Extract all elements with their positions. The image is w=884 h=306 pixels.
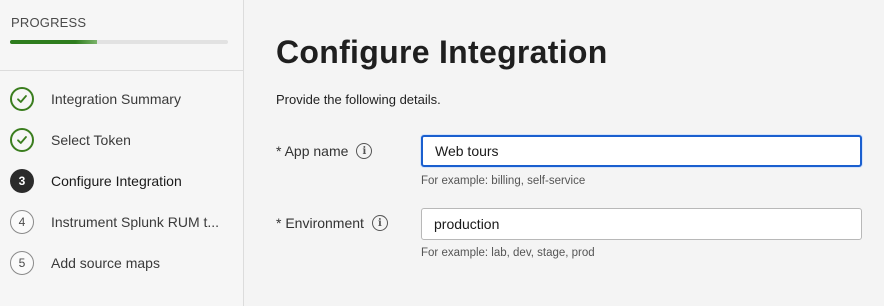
app-name-label: * App name i (276, 143, 373, 159)
step-number-badge: 3 (10, 169, 34, 193)
step-label: Configure Integration (51, 173, 182, 189)
environment-help: For example: lab, dev, stage, prod (421, 247, 595, 259)
environment-label: * Environment i (276, 215, 388, 231)
step-select-token[interactable]: Select Token (10, 126, 240, 154)
step-number-badge: 5 (10, 251, 34, 275)
check-circle-icon (10, 128, 34, 152)
main-content: Configure Integration Provide the follow… (245, 0, 884, 306)
environment-input[interactable] (421, 208, 862, 240)
app-name-help: For example: billing, self-service (421, 175, 586, 187)
sidebar-divider (0, 70, 244, 71)
app-name-input[interactable] (421, 135, 862, 167)
step-integration-summary[interactable]: Integration Summary (10, 85, 240, 113)
info-icon[interactable]: i (356, 143, 373, 159)
step-label: Select Token (51, 132, 131, 148)
environment-label-text: * Environment (276, 215, 364, 231)
step-label: Instrument Splunk RUM t... (51, 214, 220, 230)
info-icon[interactable]: i (371, 215, 388, 231)
progress-bar (10, 40, 228, 44)
step-number-badge: 4 (10, 210, 34, 234)
step-configure-integration[interactable]: 3 Configure Integration (10, 167, 240, 195)
check-circle-icon (10, 87, 34, 111)
step-instrument-splunk-rum[interactable]: 4 Instrument Splunk RUM t... (10, 208, 240, 236)
page-subtitle: Provide the following details. (276, 92, 441, 107)
step-label: Add source maps (51, 255, 160, 271)
progress-label: PROGRESS (11, 15, 87, 30)
app-name-label-text: * App name (276, 143, 349, 159)
step-add-source-maps[interactable]: 5 Add source maps (10, 249, 240, 277)
progress-sidebar: PROGRESS Integration Summary Select Toke… (0, 0, 244, 306)
page-title: Configure Integration (276, 34, 608, 70)
progress-bar-fill (10, 40, 98, 44)
step-label: Integration Summary (51, 91, 181, 107)
